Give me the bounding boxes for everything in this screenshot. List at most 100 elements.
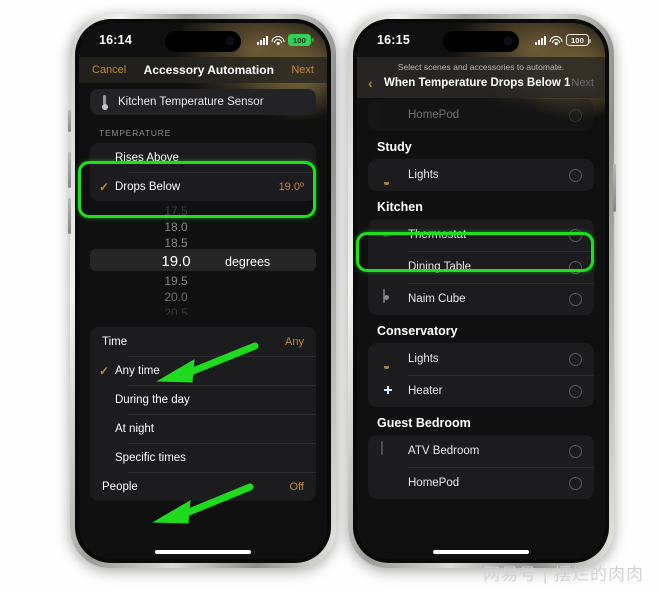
group-card-kitchen: Thermostat Dining Table Naim Cube — [368, 219, 594, 315]
wifi-icon — [549, 35, 563, 45]
selection-circle-icon[interactable] — [569, 260, 582, 274]
home-indicator[interactable] — [433, 550, 529, 554]
left-phone-volume-up[interactable] — [68, 152, 71, 188]
checkmark-icon: ✓ — [99, 393, 115, 407]
group-card-guest-bedroom: ATV Bedroom HomePod — [368, 435, 594, 499]
checkmark-icon: ✓ — [99, 151, 115, 165]
group-title-kitchen: Kitchen — [377, 200, 423, 214]
selection-circle-icon[interactable] — [569, 444, 582, 458]
list-item-label: Lights — [408, 353, 439, 365]
right-phone-bezel: 16:15 100 HomePod Study Lights Kitchen T… — [353, 19, 609, 563]
time-value: Any — [285, 335, 304, 348]
people-value: Off — [289, 480, 304, 493]
homepod-icon — [380, 106, 398, 124]
selection-circle-icon[interactable] — [569, 292, 582, 306]
selection-circle-icon[interactable] — [569, 352, 582, 366]
watermark: 网易号 | 摆烂的肉肉 — [483, 565, 644, 584]
list-item-label: HomePod — [408, 477, 460, 489]
right-phone-device: 16:15 100 HomePod Study Lights Kitchen T… — [348, 14, 616, 568]
checkmark-icon: ✓ — [99, 422, 115, 436]
selection-circle-icon[interactable] — [569, 168, 582, 182]
list-item-conservatory-lights[interactable]: Lights — [368, 343, 594, 375]
time-option-label: During the day — [115, 393, 190, 406]
list-item-thermostat[interactable]: Thermostat — [368, 219, 594, 251]
header-title: When Temperature Drops Below 1… — [384, 77, 572, 89]
right-content: HomePod Study Lights Kitchen Thermostat … — [357, 99, 605, 559]
dynamic-island — [165, 31, 241, 52]
trigger-label: Rises Above — [115, 151, 179, 164]
group-card-conservatory: Lights Heater — [368, 343, 594, 407]
selection-circle-icon[interactable] — [569, 384, 582, 398]
home-indicator[interactable] — [155, 550, 251, 554]
list-item-guest-homepod[interactable]: HomePod — [368, 467, 594, 499]
next-button[interactable]: Next — [571, 77, 594, 89]
list-item-atv-bedroom[interactable]: ATV Bedroom — [368, 435, 594, 467]
checkmark-icon: ✓ — [99, 451, 115, 465]
list-item-label: Dining Table — [408, 261, 472, 273]
battery-icon: 100 — [566, 34, 591, 46]
list-item-label: Heater — [408, 385, 443, 397]
right-phone-screen: 16:15 100 HomePod Study Lights Kitchen T… — [357, 23, 605, 559]
right-phone-power-button[interactable] — [613, 164, 616, 212]
selection-circle-icon[interactable] — [569, 108, 582, 122]
trigger-row-drops-below[interactable]: ✓ Drops Below 19.0º — [90, 172, 316, 201]
time-option-specific-times[interactable]: ✓ Specific times — [90, 443, 316, 472]
right-status-time: 16:15 — [377, 33, 410, 47]
header-subtitle: Select scenes and accessories to automat… — [397, 62, 565, 72]
back-chevron-icon[interactable]: ‹ — [368, 75, 384, 91]
picker-option[interactable]: 20.5 — [79, 305, 327, 315]
picker-option[interactable]: 18.5 — [79, 235, 327, 251]
picker-selected-value: 19.0 — [161, 253, 191, 270]
list-item-label: HomePod — [408, 109, 460, 121]
bulb-icon — [380, 350, 398, 368]
table-lamp-icon — [380, 258, 398, 276]
left-phone-screen: 16:14 100 Cancel Accessory Automation Ne… — [79, 23, 327, 559]
list-item-naim-cube[interactable]: Naim Cube — [368, 283, 594, 315]
cancel-button[interactable]: Cancel — [92, 64, 126, 76]
page-title: Accessory Automation — [143, 63, 274, 77]
selection-circle-icon[interactable] — [569, 228, 582, 242]
cellular-signal-icon — [257, 35, 268, 45]
picker-option[interactable]: 20.0 — [79, 289, 327, 305]
picker-option-selected[interactable]: 19.0 degrees — [79, 251, 327, 273]
temperature-picker[interactable]: 17.5 18.0 18.5 19.0 degrees 19.5 20.0 20… — [79, 203, 327, 315]
trigger-row-rises-above[interactable]: ✓ Rises Above — [90, 143, 316, 172]
time-option-label: At night — [115, 422, 154, 435]
temperature-trigger-card: ✓ Rises Above ✓ Drops Below 19.0º — [90, 143, 316, 201]
list-item-heater[interactable]: Heater — [368, 375, 594, 407]
time-option-label: Specific times — [115, 451, 186, 464]
picker-column[interactable]: 17.5 18.0 18.5 19.0 degrees 19.5 20.0 20… — [79, 203, 327, 315]
left-status-time: 16:14 — [99, 33, 132, 47]
right-sticky-header: Select scenes and accessories to automat… — [357, 57, 605, 98]
checkmark-icon: ✓ — [99, 363, 110, 378]
annotation-arrow-people — [152, 483, 254, 524]
left-phone-volume-down[interactable] — [68, 198, 71, 234]
picker-option[interactable]: 19.5 — [79, 273, 327, 289]
ghost-homepod-card: HomePod — [368, 99, 594, 131]
list-item-label: Naim Cube — [408, 293, 466, 305]
battery-icon: 100 — [288, 34, 314, 46]
picker-option[interactable]: 18.0 — [79, 219, 327, 235]
list-item-label: ATV Bedroom — [408, 445, 480, 457]
selection-circle-icon[interactable] — [569, 476, 582, 490]
trigger-label: Drops Below — [115, 180, 181, 193]
list-item-study-lights[interactable]: Lights — [368, 159, 594, 191]
thermometer-icon — [100, 94, 109, 110]
picker-option[interactable]: 17.5 — [79, 203, 327, 219]
accessory-name-field[interactable]: Kitchen Temperature Sensor — [90, 89, 316, 115]
trigger-value: 19.0º — [278, 180, 304, 193]
left-phone-silence-switch[interactable] — [68, 110, 71, 132]
left-status-indicators: 100 — [257, 34, 314, 46]
next-button[interactable]: Next — [291, 64, 314, 76]
group-title-guest-bedroom: Guest Bedroom — [377, 416, 471, 430]
checkmark-icon: ✓ — [99, 179, 110, 194]
picker-unit-label: degrees — [225, 255, 271, 269]
left-nav-bar: Cancel Accessory Automation Next — [79, 57, 327, 83]
right-status-indicators: 100 — [535, 34, 591, 46]
list-item[interactable]: HomePod — [368, 99, 594, 131]
list-item-dining-table[interactable]: Dining Table — [368, 251, 594, 283]
annotation-arrow-time — [156, 342, 259, 383]
header-main-row: ‹ When Temperature Drops Below 1… Next — [357, 75, 605, 95]
time-option-at-night[interactable]: ✓ At night — [90, 414, 316, 443]
screenshot-stage: 16:14 100 Cancel Accessory Automation Ne… — [0, 0, 660, 591]
